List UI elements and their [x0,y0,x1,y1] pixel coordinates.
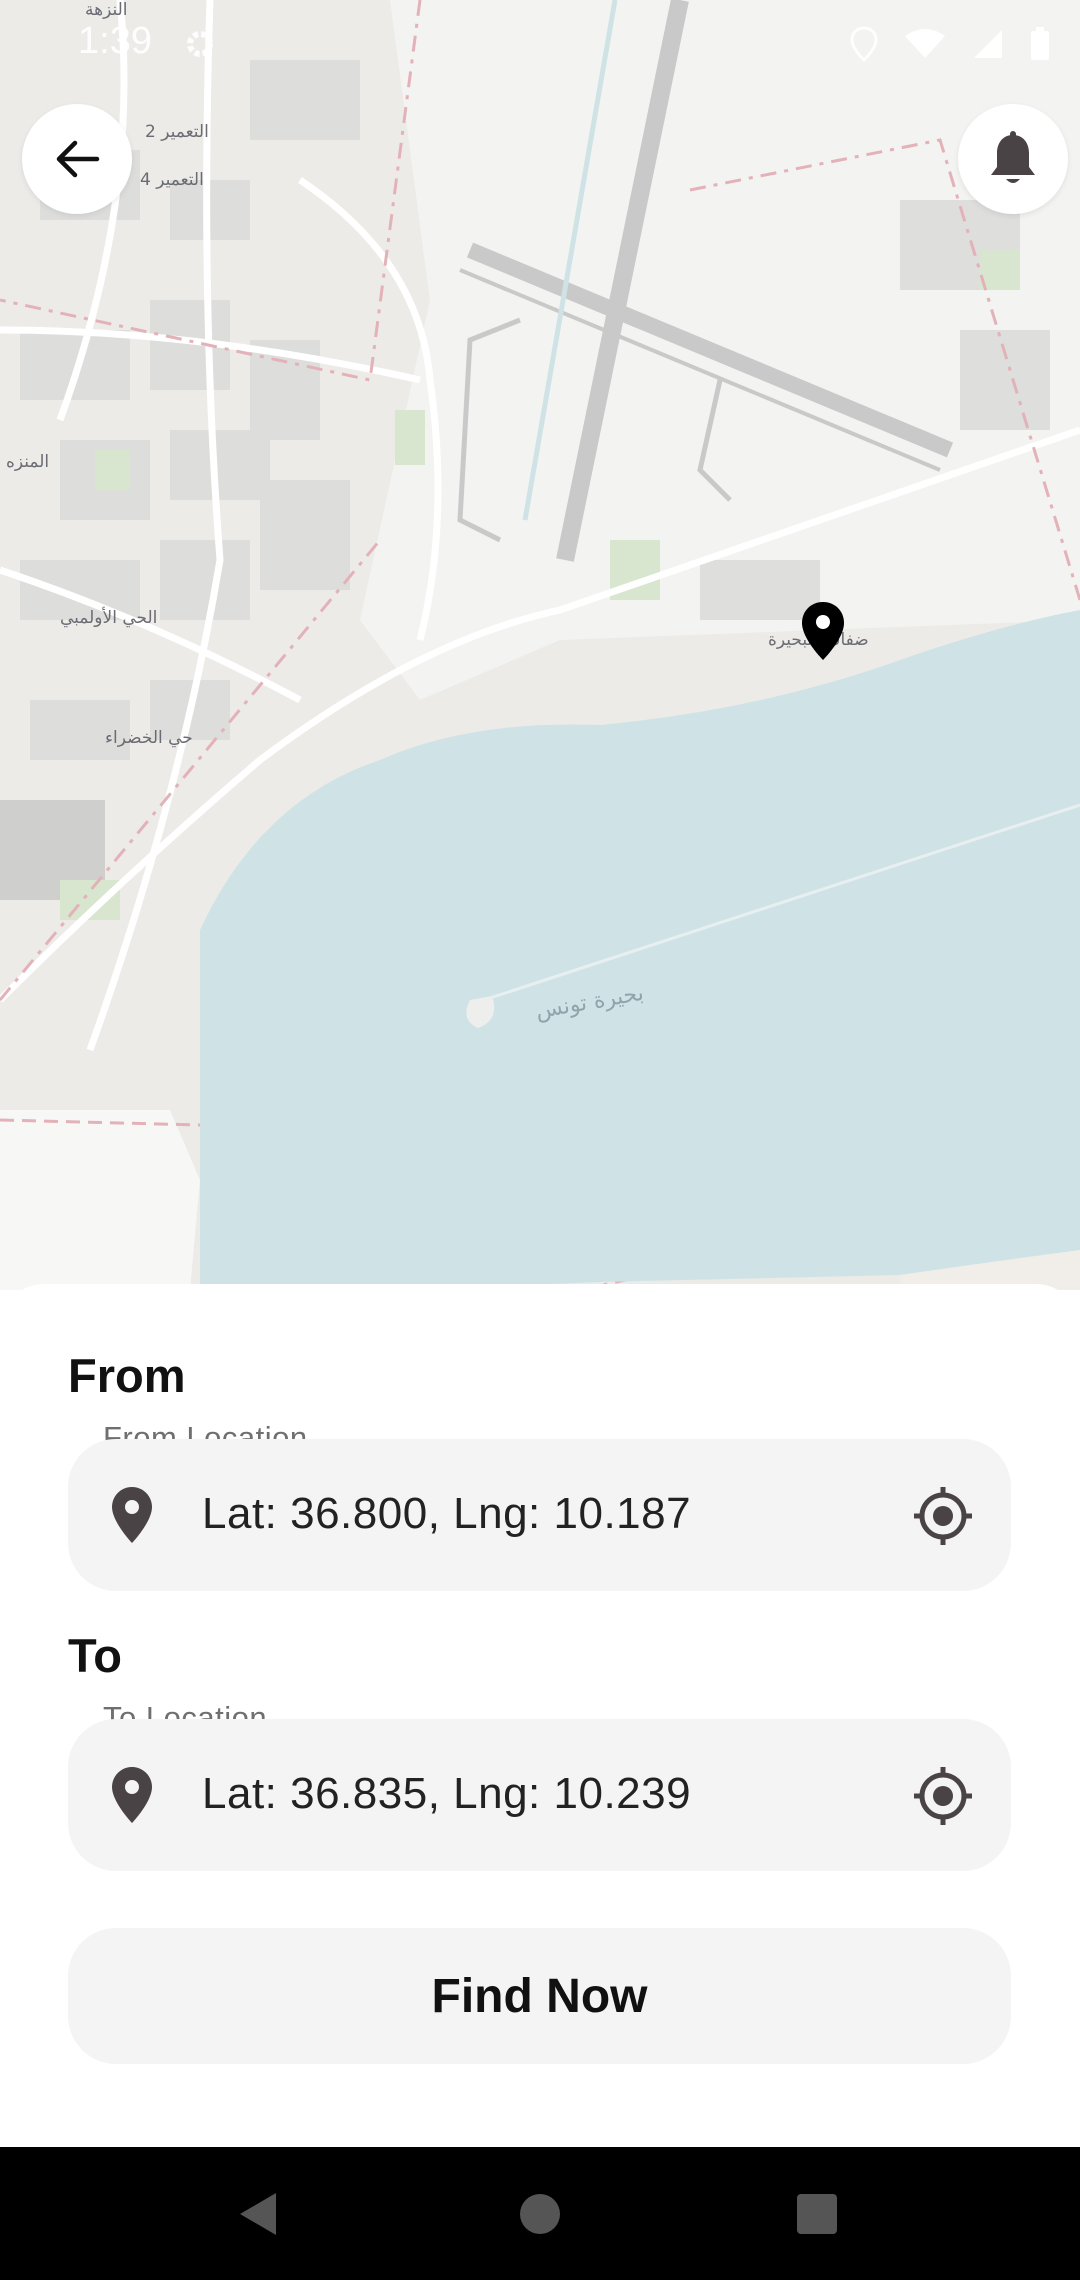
status-bar: 1:39 [0,0,1080,90]
system-nav-bar [0,2147,1080,2280]
nav-back-icon[interactable] [236,2191,280,2237]
location-status-icon [850,26,878,62]
map-label: حي الخضراء [105,728,193,748]
nav-home-icon[interactable] [519,2193,561,2235]
nav-recents-icon[interactable] [797,2194,837,2234]
find-now-button[interactable]: Find Now [68,1928,1011,2064]
location-pin-icon [110,1765,154,1830]
map-label: التعمير 2 [145,122,209,142]
status-icons [850,26,1050,62]
notifications-button[interactable] [958,104,1068,214]
from-title: From [68,1349,186,1402]
map-label: الحي الأولمبي [60,608,158,628]
crosshair-gps-icon[interactable] [912,1485,974,1552]
bell-icon [991,131,1035,183]
to-title: To [68,1629,122,1682]
to-location-value: Lat: 36.835, Lng: 10.239 [202,1769,692,1818]
from-location-value: Lat: 36.800, Lng: 10.187 [202,1489,692,1538]
to-location-field[interactable]: Lat: 36.835, Lng: 10.239 [68,1719,1011,1871]
signal-icon [974,30,1002,58]
settings-icon [184,28,216,65]
crosshair-gps-icon[interactable] [912,1765,974,1832]
back-button[interactable] [22,104,132,214]
status-time: 1:39 [78,20,152,62]
wifi-icon [905,29,945,58]
map-label: التعمير 4 [140,170,204,190]
map-graphics [0,0,1080,1290]
map-label: المنزه [6,452,50,472]
from-location-field[interactable]: Lat: 36.800, Lng: 10.187 [68,1439,1011,1591]
location-pin-icon [110,1485,154,1550]
battery-icon [1031,27,1049,60]
arrow-left-icon [56,140,100,178]
map-view[interactable]: التعمير 2 التعمير 4 المنزه الحي الأولمبي… [0,0,1080,1290]
